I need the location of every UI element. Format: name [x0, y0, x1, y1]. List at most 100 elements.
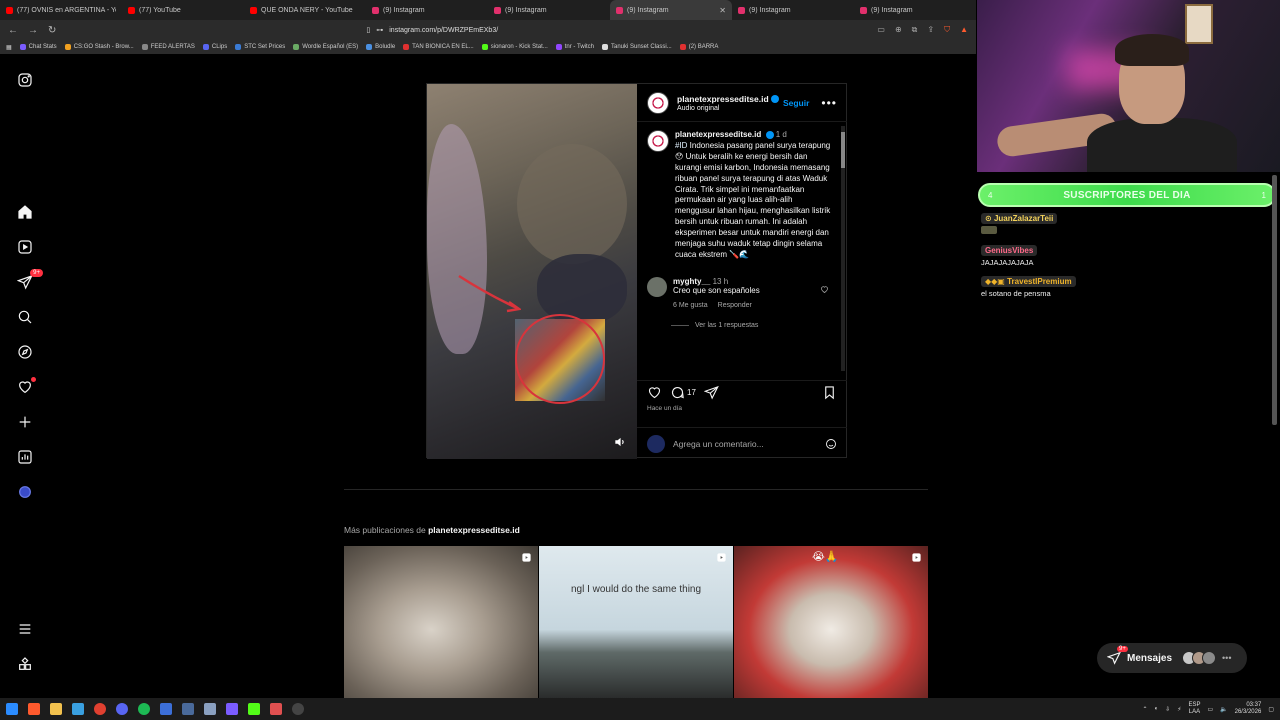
follow-button[interactable]: Seguir [783, 98, 809, 108]
input-language[interactable]: ESP LAA [1188, 702, 1200, 716]
bookmark-item[interactable]: tnr - Twitch [555, 44, 594, 50]
network-icon[interactable]: ▭ [1207, 706, 1213, 713]
browser-tab[interactable]: (9) Instagram [854, 0, 976, 20]
browser-tab[interactable]: (9) Instagram [366, 0, 488, 20]
apps-grid-icon[interactable]: ▦ [6, 44, 12, 51]
messages-button[interactable]: 9+ Mensajes ••• [1097, 643, 1247, 673]
caption-author-avatar[interactable] [647, 130, 669, 152]
app-icon[interactable] [204, 703, 216, 715]
forward-icon[interactable]: → [28, 25, 38, 36]
author-username[interactable]: planetexpresseditse.id [677, 94, 769, 104]
tray-app-icon[interactable]: ⚡ [1177, 706, 1181, 713]
more-menu-icon[interactable] [16, 620, 34, 638]
brave-browser-icon[interactable] [28, 703, 40, 715]
kick-icon[interactable] [248, 703, 260, 715]
bookmark-item[interactable]: Wordle Español (ES) [293, 44, 358, 50]
search-icon[interactable] [16, 308, 34, 326]
dashboard-icon[interactable] [16, 448, 34, 466]
also-from-meta-icon[interactable] [16, 655, 34, 673]
windows-start-icon[interactable] [6, 703, 18, 715]
app-icon[interactable] [72, 703, 84, 715]
create-post-icon[interactable] [16, 413, 34, 431]
app-icon[interactable] [226, 703, 238, 715]
volume-icon[interactable] [613, 435, 627, 449]
obs-icon[interactable] [292, 703, 304, 715]
caption-hashtag[interactable]: #ID [675, 141, 687, 150]
bookmark-item[interactable]: FEED ALERTAS [141, 44, 195, 50]
share-icon[interactable]: ⇪ [927, 25, 934, 35]
notification-center-icon[interactable]: ▢ [1268, 706, 1274, 713]
reload-icon[interactable]: ↻ [48, 25, 56, 36]
bookmark-star-icon[interactable]: ▯ [366, 26, 370, 34]
bookmark-item[interactable]: Boludle [366, 44, 395, 50]
notifications-heart-icon[interactable] [16, 377, 36, 396]
file-explorer-icon[interactable] [50, 703, 62, 715]
audio-link[interactable]: Audio original [677, 105, 783, 112]
comments-scrollbar-thumb[interactable] [841, 132, 845, 168]
home-icon[interactable] [16, 203, 34, 221]
browser-tab[interactable]: (9) Instagram [732, 0, 854, 20]
bookmark-item[interactable]: Tanuki Sunset Classi... [602, 44, 672, 50]
chat-message: ⊙ JuanZalazarTeii [981, 212, 1271, 236]
reels-icon[interactable] [16, 238, 34, 256]
tray-app-icon[interactable]: ◐ [1155, 706, 1159, 712]
volume-icon[interactable]: 🔈 [1220, 706, 1227, 713]
instagram-logo-icon[interactable] [16, 71, 34, 89]
discord-icon[interactable] [116, 703, 128, 715]
comment-likes[interactable]: 6 Me gusta [673, 302, 708, 309]
more-options-icon[interactable]: ••• [821, 96, 837, 110]
cast-icon[interactable]: ▭ [877, 25, 885, 35]
comments-panel[interactable]: planetexpresseditse.id 1 d #ID Indonesia… [637, 124, 847, 372]
bookmark-item[interactable]: CS:GO Stash - Brow... [64, 44, 134, 50]
translate-icon[interactable]: ⧉ [912, 25, 918, 35]
more-posts-username[interactable]: planetexpresseditse.id [428, 525, 520, 535]
overlay-scrollbar[interactable] [1272, 175, 1277, 425]
tray-app-icon[interactable]: ⇩ [1165, 706, 1170, 713]
direct-messages-icon[interactable]: 9+ [16, 269, 43, 291]
save-bookmark-icon[interactable] [822, 385, 837, 400]
brave-rewards-icon[interactable]: ▲ [960, 25, 968, 35]
browser-tab[interactable]: (9) Instagram [488, 0, 610, 20]
like-comment-icon[interactable] [820, 285, 829, 294]
bookmark-item[interactable]: (2) BARRA [679, 44, 718, 50]
bookmark-item[interactable]: Chat Stats [19, 44, 57, 50]
bookmark-item[interactable]: TAN BIONICA EN EL... [403, 44, 474, 50]
spotify-icon[interactable] [138, 703, 150, 715]
app-icon[interactable] [270, 703, 282, 715]
share-icon[interactable] [703, 385, 719, 400]
commenter-avatar[interactable] [647, 276, 667, 297]
like-icon[interactable] [647, 385, 662, 400]
commenter-username[interactable]: myghty__ [673, 277, 710, 286]
tray-chevron-icon[interactable]: ⌃ [1143, 706, 1148, 713]
comment-icon[interactable] [670, 385, 685, 400]
bookmark-item[interactable]: CLips [202, 44, 227, 50]
url-field[interactable]: ▯ ⊶ instagram.com/p/DWRZPEmEXb3/ [366, 26, 498, 35]
bookmark-item[interactable]: sionaron - Kick Stat... [481, 44, 548, 50]
view-replies-link[interactable]: Ver las 1 respuestas [695, 322, 758, 329]
app-icon[interactable] [160, 703, 172, 715]
more-post-thumbnail[interactable]: ngl I would do the same thing [539, 546, 733, 698]
more-post-thumbnail[interactable]: 😭🙏 [734, 546, 928, 698]
profile-avatar-icon[interactable] [16, 483, 34, 501]
zoom-icon[interactable]: ⊕ [895, 25, 902, 35]
explore-icon[interactable] [16, 343, 34, 361]
reply-button[interactable]: Responder [718, 302, 752, 309]
site-info-icon[interactable]: ⊶ [376, 26, 383, 34]
author-avatar[interactable] [647, 91, 669, 114]
browser-tab[interactable]: QUE ONDA ÑERY - YouTube [244, 0, 366, 20]
app-icon[interactable] [182, 703, 194, 715]
browser-tab[interactable]: (77) OVNIS en ARGENTINA - YouTub [0, 0, 122, 20]
reel-video[interactable] [427, 84, 637, 459]
browser-tab[interactable]: (77) YouTube [122, 0, 244, 20]
bookmark-item[interactable]: STC Set Prices [235, 44, 285, 50]
back-icon[interactable]: ← [8, 25, 18, 36]
chrome-icon[interactable] [94, 703, 106, 715]
more-post-thumbnail[interactable] [344, 546, 538, 698]
comment-input[interactable] [673, 438, 817, 449]
clock[interactable]: 03:37 26/3/2026 [1235, 702, 1262, 716]
caption-username[interactable]: planetexpresseditse.id [675, 130, 761, 139]
close-tab-icon[interactable]: ✕ [719, 6, 726, 15]
emoji-icon[interactable] [825, 438, 837, 450]
browser-tab-active[interactable]: (9) Instagram ✕ [610, 0, 732, 20]
brave-shield-icon[interactable]: ⛉ [944, 25, 950, 35]
